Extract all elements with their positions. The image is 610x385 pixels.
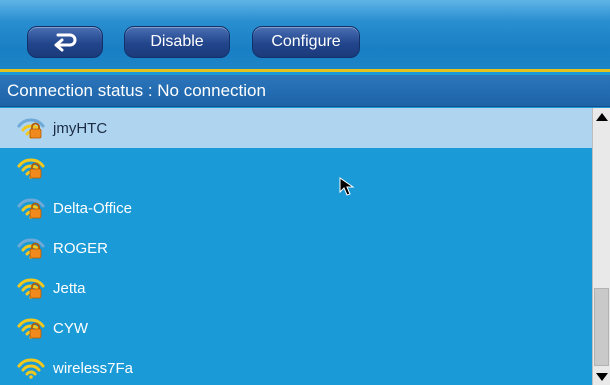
return-arrow-icon xyxy=(54,33,77,52)
network-ssid: CYW xyxy=(53,320,88,337)
connection-status-bar: Connection status : No connection xyxy=(0,75,610,107)
toolbar: Disable Configure xyxy=(0,0,610,72)
network-row[interactable]: ROGER xyxy=(0,228,592,268)
scrollbar-thumb[interactable] xyxy=(594,288,609,366)
wifi-signal-icon xyxy=(17,318,45,339)
network-row[interactable]: Delta-Office xyxy=(0,188,592,228)
network-ssid: wireless7Fa xyxy=(53,360,134,377)
network-ssid: ROGER xyxy=(53,240,109,257)
wifi-signal-icon xyxy=(17,358,45,379)
wifi-signal-icon xyxy=(17,278,45,299)
scroll-down-arrow-icon xyxy=(595,372,608,381)
scroll-up-arrow-icon xyxy=(595,112,608,121)
wifi-signal-icon xyxy=(17,158,45,179)
wifi-signal-icon xyxy=(17,198,45,219)
mouse-pointer-icon xyxy=(339,177,355,196)
scrollbar[interactable] xyxy=(592,108,610,385)
network-ssid: jmyHTC xyxy=(53,120,108,137)
network-list: jmyHTC Delta-Office ROGER Jetta CYW wireless7… xyxy=(0,108,592,385)
status-separator: : xyxy=(143,80,158,100)
network-row[interactable]: wireless7Fa xyxy=(0,348,592,385)
wifi-signal-icon xyxy=(17,118,45,139)
back-button[interactable] xyxy=(27,26,103,58)
network-row[interactable] xyxy=(0,148,592,188)
wifi-signal-icon xyxy=(17,238,45,259)
scroll-up-button[interactable] xyxy=(593,108,610,125)
status-value: No connection xyxy=(157,80,266,100)
configure-button[interactable]: Configure xyxy=(252,26,360,58)
disable-button[interactable]: Disable xyxy=(124,26,230,58)
scroll-down-button[interactable] xyxy=(593,368,610,385)
network-row[interactable]: Jetta xyxy=(0,268,592,308)
network-row[interactable]: jmyHTC xyxy=(0,108,592,148)
network-ssid: Delta-Office xyxy=(53,200,132,217)
network-row[interactable]: CYW xyxy=(0,308,592,348)
status-label: Connection status xyxy=(7,80,144,100)
network-ssid: Jetta xyxy=(53,280,86,297)
